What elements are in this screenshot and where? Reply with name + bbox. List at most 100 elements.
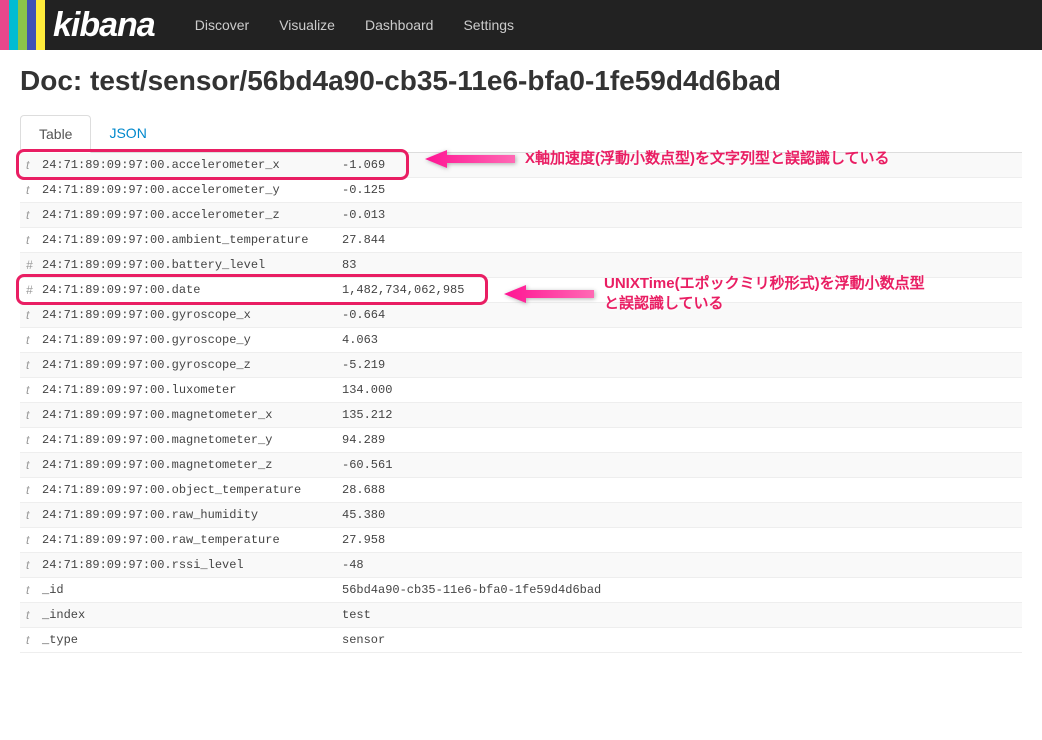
field-name: 24:71:89:09:97:00.magnetometer_x (42, 408, 342, 422)
field-type-icon: t (26, 558, 42, 572)
field-value: 27.844 (342, 233, 1016, 247)
stripe (9, 0, 18, 50)
field-value: -0.125 (342, 183, 1016, 197)
tabs: Table JSON (20, 115, 1022, 153)
brand-logo[interactable]: kibana (53, 6, 155, 45)
field-row: t_id56bd4a90-cb35-11e6-bfa0-1fe59d4d6bad (20, 578, 1022, 603)
field-row: t24:71:89:09:97:00.raw_temperature27.958 (20, 528, 1022, 553)
field-row: t24:71:89:09:97:00.gyroscope_x-0.664 (20, 303, 1022, 328)
field-row: t24:71:89:09:97:00.gyroscope_z-5.219 (20, 353, 1022, 378)
field-name: 24:71:89:09:97:00.gyroscope_y (42, 333, 342, 347)
field-name: 24:71:89:09:97:00.magnetometer_z (42, 458, 342, 472)
field-type-icon: t (26, 158, 42, 172)
content: Doc: test/sensor/56bd4a90-cb35-11e6-bfa0… (0, 50, 1042, 668)
field-value: 83 (342, 258, 1016, 272)
field-table: t24:71:89:09:97:00.accelerometer_x-1.069… (20, 153, 1022, 653)
field-row: t24:71:89:09:97:00.magnetometer_x135.212 (20, 403, 1022, 428)
field-row: t24:71:89:09:97:00.gyroscope_y4.063 (20, 328, 1022, 353)
field-type-icon: t (26, 633, 42, 647)
field-name: 24:71:89:09:97:00.accelerometer_x (42, 158, 342, 172)
field-name: 24:71:89:09:97:00.raw_humidity (42, 508, 342, 522)
field-type-icon: t (26, 583, 42, 597)
field-name: 24:71:89:09:97:00.accelerometer_y (42, 183, 342, 197)
field-row: t24:71:89:09:97:00.magnetometer_z-60.561 (20, 453, 1022, 478)
logo-stripes (0, 0, 45, 50)
field-type-icon: t (26, 433, 42, 447)
field-type-icon: t (26, 408, 42, 422)
field-type-icon: t (26, 458, 42, 472)
field-type-icon: t (26, 233, 42, 247)
field-type-icon: t (26, 183, 42, 197)
field-type-icon: t (26, 508, 42, 522)
field-value: -60.561 (342, 458, 1016, 472)
field-name: 24:71:89:09:97:00.battery_level (42, 258, 342, 272)
field-row: t_typesensor (20, 628, 1022, 653)
nav-visualize[interactable]: Visualize (279, 17, 335, 33)
field-type-icon: t (26, 533, 42, 547)
field-value: -0.664 (342, 308, 1016, 322)
nav-settings[interactable]: Settings (463, 17, 514, 33)
field-value: 56bd4a90-cb35-11e6-bfa0-1fe59d4d6bad (342, 583, 1016, 597)
nav-items: Discover Visualize Dashboard Settings (195, 17, 514, 33)
stripe (18, 0, 27, 50)
field-name: 24:71:89:09:97:00.gyroscope_x (42, 308, 342, 322)
doc-path: test/sensor/56bd4a90-cb35-11e6-bfa0-1fe5… (90, 65, 781, 96)
field-row: t_indextest (20, 603, 1022, 628)
field-value: -48 (342, 558, 1016, 572)
field-row: t24:71:89:09:97:00.accelerometer_x-1.069 (20, 153, 1022, 178)
field-name: 24:71:89:09:97:00.ambient_temperature (42, 233, 342, 247)
field-name: 24:71:89:09:97:00.gyroscope_z (42, 358, 342, 372)
stripe (27, 0, 36, 50)
field-row: #24:71:89:09:97:00.date1,482,734,062,985 (20, 278, 1022, 303)
stripe (0, 0, 9, 50)
field-name: 24:71:89:09:97:00.luxometer (42, 383, 342, 397)
field-value: 94.289 (342, 433, 1016, 447)
field-value: -0.013 (342, 208, 1016, 222)
field-value: 134.000 (342, 383, 1016, 397)
field-row: t24:71:89:09:97:00.accelerometer_y-0.125 (20, 178, 1022, 203)
tab-table[interactable]: Table (20, 115, 91, 153)
field-name: 24:71:89:09:97:00.magnetometer_y (42, 433, 342, 447)
field-row: t24:71:89:09:97:00.magnetometer_y94.289 (20, 428, 1022, 453)
field-row: t24:71:89:09:97:00.raw_humidity45.380 (20, 503, 1022, 528)
field-name: 24:71:89:09:97:00.object_temperature (42, 483, 342, 497)
nav-discover[interactable]: Discover (195, 17, 249, 33)
doc-label: Doc: (20, 65, 82, 96)
field-type-icon: t (26, 333, 42, 347)
field-value: 45.380 (342, 508, 1016, 522)
field-value: 1,482,734,062,985 (342, 283, 1016, 297)
top-nav: kibana Discover Visualize Dashboard Sett… (0, 0, 1042, 50)
field-name: _id (42, 583, 342, 597)
field-row: #24:71:89:09:97:00.battery_level83 (20, 253, 1022, 278)
field-value: 135.212 (342, 408, 1016, 422)
doc-title: Doc: test/sensor/56bd4a90-cb35-11e6-bfa0… (20, 65, 1022, 97)
stripe (36, 0, 45, 50)
field-name: _index (42, 608, 342, 622)
field-value: 4.063 (342, 333, 1016, 347)
tab-json[interactable]: JSON (91, 115, 164, 152)
nav-dashboard[interactable]: Dashboard (365, 17, 434, 33)
field-value: sensor (342, 633, 1016, 647)
field-name: 24:71:89:09:97:00.accelerometer_z (42, 208, 342, 222)
field-type-icon: t (26, 608, 42, 622)
field-type-icon: t (26, 308, 42, 322)
field-type-icon: t (26, 358, 42, 372)
field-row: t24:71:89:09:97:00.object_temperature28.… (20, 478, 1022, 503)
field-type-icon: # (26, 283, 42, 297)
field-value: test (342, 608, 1016, 622)
field-row: t24:71:89:09:97:00.luxometer134.000 (20, 378, 1022, 403)
field-row: t24:71:89:09:97:00.rssi_level-48 (20, 553, 1022, 578)
field-row: t24:71:89:09:97:00.ambient_temperature27… (20, 228, 1022, 253)
field-name: _type (42, 633, 342, 647)
field-name: 24:71:89:09:97:00.date (42, 283, 342, 297)
field-type-icon: t (26, 208, 42, 222)
field-row: t24:71:89:09:97:00.accelerometer_z-0.013 (20, 203, 1022, 228)
field-name: 24:71:89:09:97:00.rssi_level (42, 558, 342, 572)
field-value: -1.069 (342, 158, 1016, 172)
field-type-icon: t (26, 483, 42, 497)
field-value: -5.219 (342, 358, 1016, 372)
field-name: 24:71:89:09:97:00.raw_temperature (42, 533, 342, 547)
field-value: 27.958 (342, 533, 1016, 547)
field-value: 28.688 (342, 483, 1016, 497)
field-type-icon: t (26, 383, 42, 397)
